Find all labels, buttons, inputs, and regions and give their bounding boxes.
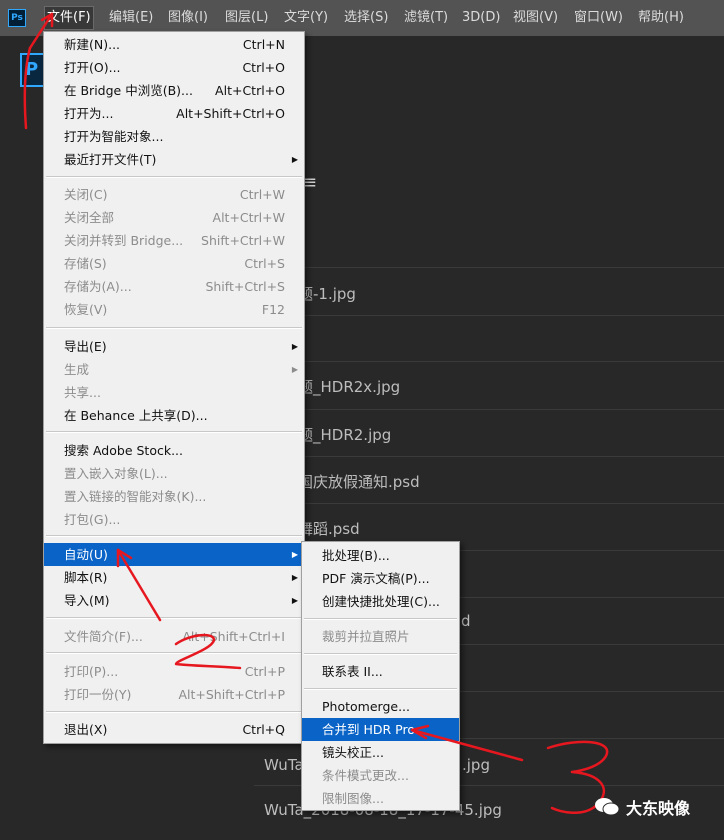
menu-separator bbox=[46, 617, 302, 619]
menu-item-place-embedded[interactable]: 置入嵌入对象(L)... bbox=[44, 462, 304, 485]
menu-item-revert[interactable]: 恢复(V) F12 bbox=[44, 298, 304, 321]
divider bbox=[254, 503, 724, 504]
menu-item-close-all[interactable]: 关闭全部 Alt+Ctrl+W bbox=[44, 206, 304, 229]
submenu-arrow-icon: ▶ bbox=[291, 573, 298, 582]
menu-view[interactable]: 视图(V) bbox=[513, 6, 558, 30]
divider bbox=[254, 315, 724, 316]
recent-file[interactable]: 舞蹈.psd bbox=[298, 518, 360, 539]
recent-file[interactable]: 国庆放假通知.psd bbox=[298, 471, 420, 492]
menu-item-export[interactable]: 导出(E) ▶ bbox=[44, 335, 304, 358]
submenu-item-conditional-mode-change[interactable]: 条件模式更改... bbox=[302, 764, 459, 787]
submenu-arrow-icon: ▶ bbox=[291, 365, 298, 374]
menu-help[interactable]: 帮助(H) bbox=[638, 6, 684, 30]
menu-item-import[interactable]: 导入(M) ▶ bbox=[44, 589, 304, 612]
menu-item-print[interactable]: 打印(P)... Ctrl+P bbox=[44, 660, 304, 683]
photoshop-logo-icon[interactable]: Ps bbox=[8, 9, 26, 27]
divider bbox=[254, 409, 724, 410]
menu-item-open[interactable]: 打开(O)... Ctrl+O bbox=[44, 56, 304, 79]
menu-item-close[interactable]: 关闭(C) Ctrl+W bbox=[44, 183, 304, 206]
menu-filter[interactable]: 滤镜(T) bbox=[404, 6, 448, 30]
automate-submenu: 批处理(B)... PDF 演示文稿(P)... 创建快捷批处理(C)... 裁… bbox=[301, 541, 460, 811]
recent-file[interactable]: 题-1.jpg bbox=[298, 283, 356, 304]
divider bbox=[254, 456, 724, 457]
menu-separator bbox=[46, 431, 302, 433]
menu-item-open-as[interactable]: 打开为... Alt+Shift+Ctrl+O bbox=[44, 102, 304, 125]
menu-edit[interactable]: 编辑(E) bbox=[109, 6, 153, 30]
submenu-arrow-icon: ▶ bbox=[291, 342, 298, 351]
submenu-item-photomerge[interactable]: Photomerge... bbox=[302, 695, 459, 718]
menu-item-save-as[interactable]: 存储为(A)... Shift+Ctrl+S bbox=[44, 275, 304, 298]
menu-select[interactable]: 选择(S) bbox=[344, 6, 388, 30]
menu-item-search-adobe-stock[interactable]: 搜索 Adobe Stock... bbox=[44, 439, 304, 462]
menu-separator bbox=[304, 653, 457, 655]
menu-separator bbox=[304, 688, 457, 690]
recent-file-suffix: .jpg bbox=[462, 756, 490, 774]
menu-item-share-on-behance[interactable]: 在 Behance 上共享(D)... bbox=[44, 404, 304, 427]
menu-item-print-one-copy[interactable]: 打印一份(Y) Alt+Shift+Ctrl+P bbox=[44, 683, 304, 706]
menu-separator bbox=[46, 535, 302, 537]
submenu-item-contact-sheet[interactable]: 联系表 II... bbox=[302, 660, 459, 683]
file-menu-dropdown: 新建(N)... Ctrl+N 打开(O)... Ctrl+O 在 Bridge 中… bbox=[43, 31, 305, 744]
divider bbox=[254, 267, 724, 268]
menu-item-generate[interactable]: 生成 ▶ bbox=[44, 358, 304, 381]
menu-file[interactable]: 文件(F) bbox=[44, 6, 94, 30]
submenu-item-create-droplet[interactable]: 创建快捷批处理(C)... bbox=[302, 590, 459, 613]
menu-item-browse-in-bridge[interactable]: 在 Bridge 中浏览(B)... Alt+Ctrl+O bbox=[44, 79, 304, 102]
menu-item-package[interactable]: 打包(G)... bbox=[44, 508, 304, 531]
menu-item-automate[interactable]: 自动(U) ▶ bbox=[44, 543, 304, 566]
menu-item-save[interactable]: 存储(S) Ctrl+S bbox=[44, 252, 304, 275]
submenu-item-fit-image[interactable]: 限制图像... bbox=[302, 787, 459, 810]
menu-window[interactable]: 窗口(W) bbox=[574, 6, 623, 30]
submenu-arrow-icon: ▶ bbox=[291, 550, 298, 559]
recent-file[interactable]: d bbox=[461, 612, 471, 630]
divider bbox=[254, 361, 724, 362]
menu-separator bbox=[46, 652, 302, 654]
submenu-item-lens-correction[interactable]: 镜头校正... bbox=[302, 741, 459, 764]
menu-item-place-linked[interactable]: 置入链接的智能对象(K)... bbox=[44, 485, 304, 508]
menu-item-exit[interactable]: 退出(X) Ctrl+Q bbox=[44, 718, 304, 741]
submenu-item-pdf-presentation[interactable]: PDF 演示文稿(P)... bbox=[302, 567, 459, 590]
menu-separator bbox=[46, 327, 302, 329]
menu-separator bbox=[46, 711, 302, 713]
menu-item-share[interactable]: 共享... bbox=[44, 381, 304, 404]
menu-item-close-go-to-bridge[interactable]: 关闭并转到 Bridge... Shift+Ctrl+W bbox=[44, 229, 304, 252]
wechat-icon bbox=[595, 798, 620, 816]
menu-3d[interactable]: 3D(D) bbox=[462, 6, 500, 30]
submenu-item-crop-and-straighten[interactable]: 裁剪并拉直照片 bbox=[302, 625, 459, 648]
submenu-item-merge-to-hdr-pro[interactable]: 合并到 HDR Pro... bbox=[302, 718, 459, 741]
menu-image[interactable]: 图像(I) bbox=[168, 6, 208, 30]
submenu-arrow-icon: ▶ bbox=[291, 155, 298, 164]
watermark-text: 大东映像 bbox=[626, 799, 691, 818]
menu-item-new[interactable]: 新建(N)... Ctrl+N bbox=[44, 33, 304, 56]
recent-file[interactable]: 题_HDR2.jpg bbox=[298, 424, 391, 445]
menu-separator bbox=[46, 176, 302, 178]
menu-separator bbox=[304, 618, 457, 620]
menu-item-open-recent[interactable]: 最近打开文件(T) ▶ bbox=[44, 148, 304, 171]
menu-layer[interactable]: 图层(L) bbox=[225, 6, 268, 30]
menu-item-file-info[interactable]: 文件简介(F)... Alt+Shift+Ctrl+I bbox=[44, 625, 304, 648]
watermark: 大东映像 bbox=[594, 793, 690, 821]
recent-file[interactable]: 题_HDR2x.jpg bbox=[298, 376, 400, 397]
menu-item-scripts[interactable]: 脚本(R) ▶ bbox=[44, 566, 304, 589]
menu-item-open-as-smart-object[interactable]: 打开为智能对象... bbox=[44, 125, 304, 148]
submenu-item-batch[interactable]: 批处理(B)... bbox=[302, 544, 459, 567]
menu-type[interactable]: 文字(Y) bbox=[284, 6, 328, 30]
submenu-arrow-icon: ▶ bbox=[291, 596, 298, 605]
